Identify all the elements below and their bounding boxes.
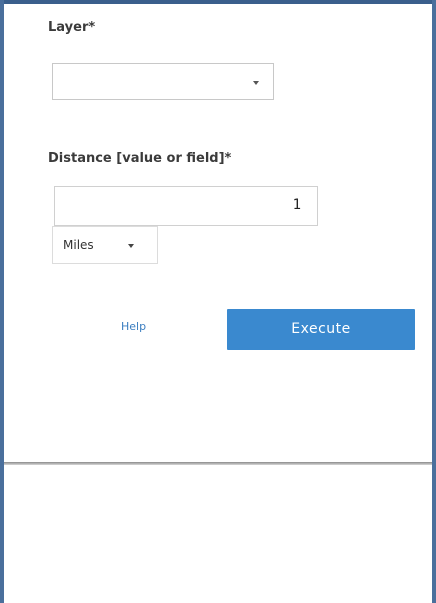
distance-value: 1 (292, 197, 301, 213)
chevron-down-icon (128, 244, 134, 248)
units-dropdown[interactable]: Miles (52, 226, 158, 264)
layer-dropdown[interactable] (52, 63, 274, 100)
distance-label: Distance [value or field]* (48, 151, 232, 166)
distance-input[interactable]: 1 (54, 186, 318, 226)
layer-label: Layer* (48, 20, 96, 35)
tool-dialog: Layer* Distance [value or field]* 1 Mile… (0, 0, 436, 603)
help-link[interactable]: Help (121, 320, 146, 333)
chevron-down-icon (253, 81, 259, 85)
execute-button[interactable]: Execute (227, 309, 415, 350)
window-frame-right (432, 0, 436, 603)
panel-divider (4, 462, 432, 465)
units-dropdown-value: Miles (63, 238, 94, 252)
